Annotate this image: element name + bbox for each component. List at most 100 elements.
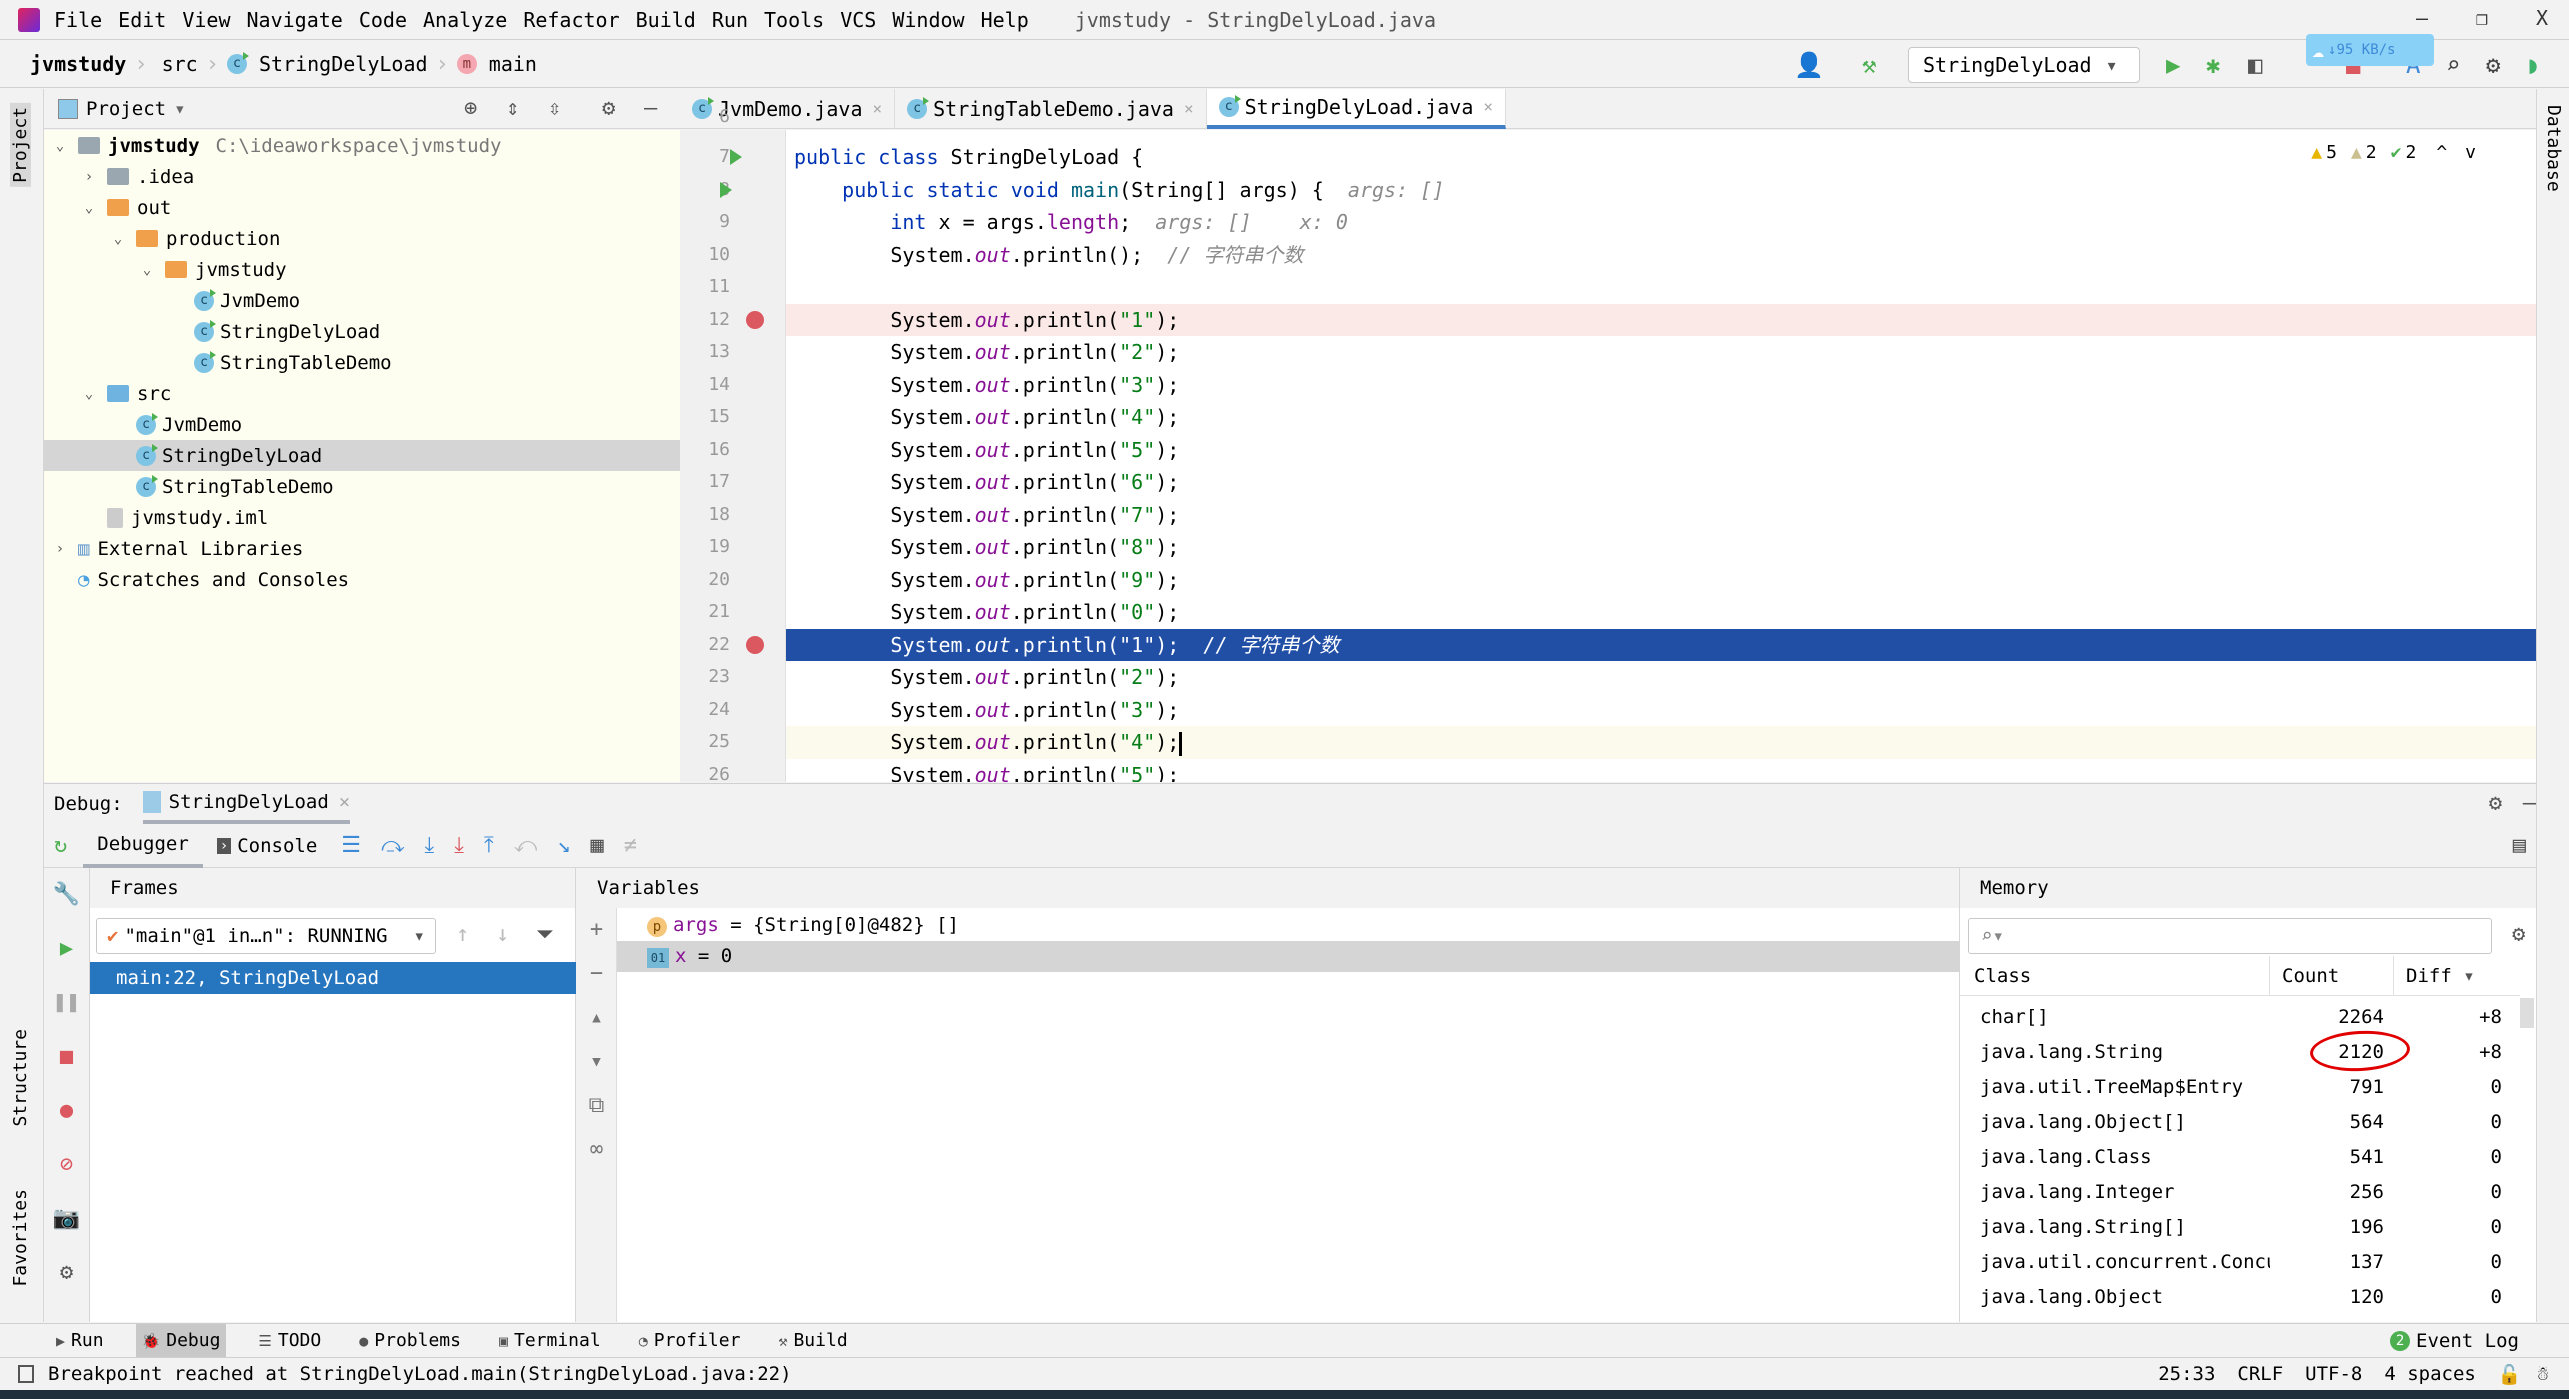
step-into-icon[interactable]: ⤓ — [425, 833, 435, 858]
editor-tab[interactable]: c StringDelyLoad.java × — [1206, 88, 1507, 129]
menu-file[interactable]: File — [54, 8, 102, 32]
chevron-down-icon[interactable]: ⌄ — [50, 138, 70, 154]
tree-item[interactable]: ⌄ out — [44, 192, 680, 223]
copy-icon[interactable]: ⧉ — [577, 1084, 616, 1128]
variable-row[interactable]: p args = {String[0]@482} [] — [617, 910, 1960, 941]
run-configuration-select[interactable]: StringDelyLoad ▾ — [1908, 47, 2140, 83]
editor-tab[interactable]: c StringTableDemo.java × — [895, 88, 1207, 129]
breadcrumb-src[interactable]: src — [162, 52, 198, 76]
next-frame-icon[interactable]: ↓ — [496, 922, 509, 947]
column-count[interactable]: Count — [2270, 956, 2394, 995]
coverage-icon[interactable]: ◧ — [2248, 51, 2262, 79]
run-gutter-icon[interactable] — [720, 181, 732, 198]
scrollbar[interactable] — [2520, 998, 2534, 1028]
run-icon[interactable]: ▶ — [2166, 51, 2180, 79]
tree-item[interactable]: c StringTableDemo — [44, 347, 680, 378]
rerun-icon[interactable]: ↻ — [54, 833, 67, 858]
tree-item[interactable]: ⌄ production — [44, 223, 680, 254]
add-watch-icon[interactable]: + — [577, 908, 616, 952]
menu-run[interactable]: Run — [712, 8, 748, 32]
memory-row[interactable]: java.lang.Integer 256 0 — [1960, 1175, 2520, 1210]
tree-item[interactable]: jvmstudy.iml — [44, 502, 680, 533]
move-up-icon[interactable]: ▴ — [577, 996, 616, 1040]
memory-search-input[interactable]: ⌕▾ — [1968, 918, 2492, 954]
force-step-into-icon[interactable]: ⤓ — [454, 833, 464, 858]
tree-item[interactable]: ⌄ jvmstudy — [44, 254, 680, 285]
tree-item[interactable]: c StringDelyLoad — [44, 440, 680, 471]
breadcrumb-project[interactable]: jvmstudy — [30, 52, 126, 76]
chevron-down-icon[interactable]: ⌄ — [137, 262, 157, 278]
expand-all-icon[interactable]: ⇕ — [506, 96, 519, 121]
toolwindow-debug[interactable]: 🐞 Debug — [135, 1323, 227, 1358]
build-hammer-icon[interactable]: ⚒ — [1862, 51, 1876, 79]
column-diff[interactable]: Diff ▾ — [2394, 956, 2510, 995]
chevron-down-icon[interactable]: ⌄ — [79, 386, 99, 402]
tree-item[interactable]: ⌄ jvmstudy C:\ideaworkspace\jvmstudy — [44, 130, 680, 161]
menu-analyze[interactable]: Analyze — [423, 8, 507, 32]
database-tool-tab[interactable]: Database — [2543, 105, 2564, 192]
toolwindow-todo[interactable]: ☰ TODO — [252, 1324, 327, 1358]
menu-edit[interactable]: Edit — [118, 8, 166, 32]
filter-icon[interactable]: ⏷ — [536, 922, 554, 947]
status-toggle-icon[interactable] — [18, 1365, 34, 1383]
gear-icon[interactable]: ⚙ — [602, 96, 615, 121]
memory-row[interactable]: java.lang.Object 120 0 — [1960, 1280, 2520, 1315]
move-down-icon[interactable]: ▾ — [577, 1040, 616, 1084]
tree-item[interactable]: c JvmDemo — [44, 409, 680, 440]
menu-tools[interactable]: Tools — [764, 8, 824, 32]
menu-view[interactable]: View — [182, 8, 230, 32]
menu-window[interactable]: Window — [892, 8, 964, 32]
chevron-down-icon[interactable]: ⌄ — [79, 200, 99, 216]
hide-icon[interactable]: — — [644, 96, 657, 121]
debug-icon[interactable]: ✱ — [2206, 51, 2220, 79]
tree-item[interactable]: ⌄ src — [44, 378, 680, 409]
menu-build[interactable]: Build — [636, 8, 696, 32]
caret-position[interactable]: 25:33 — [2158, 1363, 2215, 1385]
file-encoding[interactable]: UTF-8 — [2305, 1363, 2362, 1385]
menu-help[interactable]: Help — [981, 8, 1029, 32]
inspector-icon[interactable]: ☃ — [2538, 1363, 2549, 1385]
memory-row[interactable]: java.util.concurrent.Concu 137 0 — [1960, 1245, 2520, 1280]
breakpoint-icon[interactable] — [746, 310, 764, 329]
chevron-down-icon[interactable]: ⌄ — [108, 231, 128, 247]
thread-select[interactable]: ✔ "main"@1 in…n": RUNNING ▾ — [96, 918, 436, 954]
search-icon[interactable]: ⌕ — [2446, 51, 2460, 79]
resume-icon[interactable]: ▶ — [44, 922, 89, 976]
gear-icon[interactable]: ⚙ — [2512, 922, 2525, 947]
memory-row[interactable]: java.lang.String[] 196 0 — [1960, 1210, 2520, 1245]
gear-icon[interactable]: ⚙ — [2489, 791, 2502, 816]
menu-vcs[interactable]: VCS — [840, 8, 876, 32]
chevron-right-icon[interactable]: › — [79, 169, 99, 185]
stop-icon[interactable]: ■ — [44, 1030, 89, 1084]
line-separator[interactable]: CRLF — [2237, 1363, 2283, 1385]
wrench-icon[interactable]: 🔧 — [44, 868, 89, 922]
column-class[interactable]: Class — [1960, 956, 2270, 995]
close-tab-icon[interactable]: × — [1184, 99, 1194, 118]
close-tab-icon[interactable]: × — [339, 791, 350, 813]
breadcrumb-method[interactable]: main — [489, 52, 537, 76]
toolwindow-run[interactable]: ▶ Run — [50, 1324, 110, 1358]
minimize-button[interactable]: – — [2416, 6, 2428, 30]
user-icon[interactable]: 👤 — [1794, 51, 1824, 79]
memory-row[interactable]: java.lang.Class 541 0 — [1960, 1140, 2520, 1175]
toolbox-logo-icon[interactable]: ◗ — [2526, 51, 2540, 79]
close-button[interactable]: X — [2536, 6, 2548, 30]
camera-icon[interactable]: 📷 — [44, 1192, 89, 1246]
menu-refactor[interactable]: Refactor — [523, 8, 619, 32]
chevron-right-icon[interactable]: › — [50, 541, 70, 557]
code-editor[interactable]: ▲5 ▲2 ✔2 ^v **/ public class StringDelyLo… — [786, 130, 2536, 782]
show-execution-point-icon[interactable]: ☰ — [341, 833, 361, 858]
tree-item[interactable]: c JvmDemo — [44, 285, 680, 316]
toolwindow-terminal[interactable]: ▣ Terminal — [493, 1324, 607, 1358]
close-tab-icon[interactable]: × — [873, 99, 883, 118]
settings-icon[interactable]: ⚙ — [44, 1246, 89, 1300]
indent-setting[interactable]: 4 spaces — [2384, 1363, 2476, 1385]
structure-tool-tab[interactable]: Structure — [10, 1029, 31, 1127]
favorites-tool-tab[interactable]: Favorites — [10, 1189, 31, 1287]
hide-icon[interactable]: — — [2523, 791, 2536, 816]
maximize-button[interactable]: ❐ — [2476, 6, 2488, 30]
pause-icon[interactable]: ❚❚ — [44, 976, 89, 1030]
lock-icon[interactable]: 🔓 — [2498, 1363, 2522, 1386]
debug-session-tab[interactable]: StringDelyLoad × — [142, 784, 351, 824]
tree-item[interactable]: c StringTableDemo — [44, 471, 680, 502]
